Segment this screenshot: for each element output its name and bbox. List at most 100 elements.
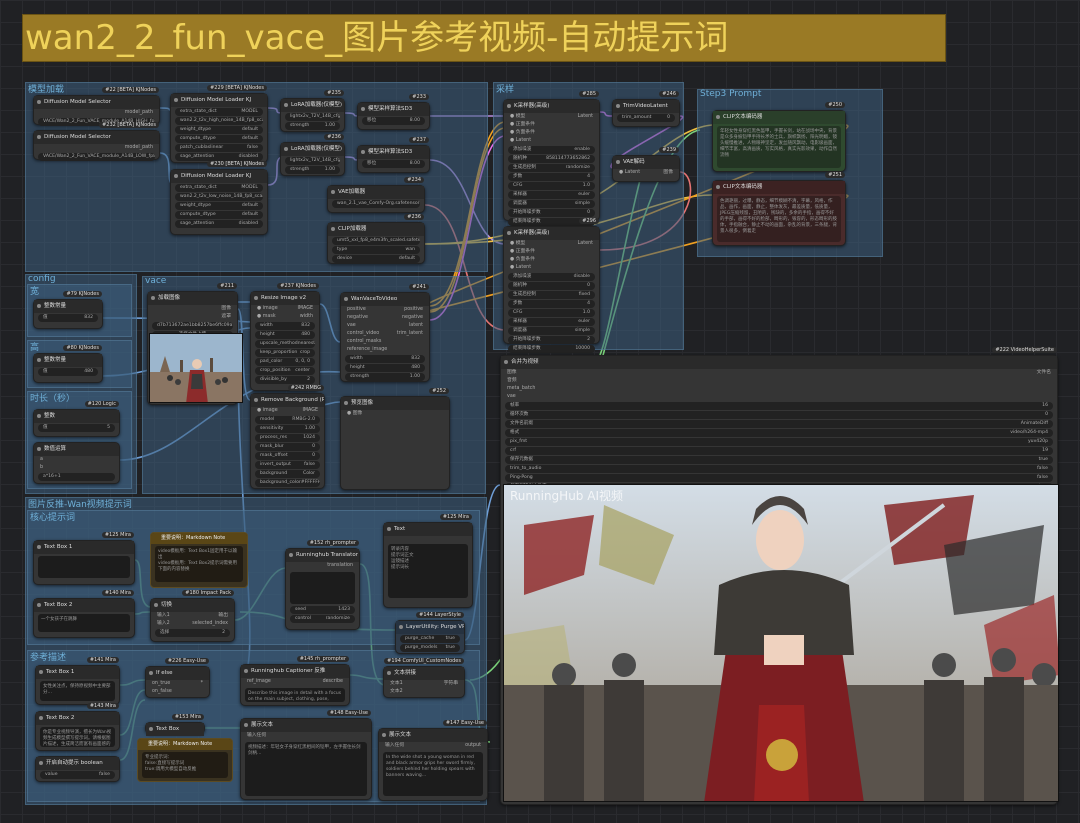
node-if-else[interactable]: #226 Easy-Use If else on_true * on_false [145, 658, 210, 698]
group-title: 核心提示词 [30, 513, 76, 523]
node-badge: #226 Easy-Use [164, 658, 209, 664]
note-line: video模板用：Text Box2提示词需要用下面的内容替换 [158, 561, 238, 572]
reference-image-thumbnail [149, 333, 243, 403]
node-runninghub-captioner[interactable]: #145 rh_prompter Runninghub Captioner 反推… [240, 656, 350, 706]
node-title: 加载图像 [148, 292, 237, 305]
node-math-expression[interactable]: 数值运算 a b a*16+1 [33, 442, 120, 484]
node-model-sampling-sd3-1[interactable]: #233 模型采样算法SD3 移位 8.00 [357, 94, 430, 130]
warrior-preview-art [504, 485, 1058, 801]
node-vae-decode[interactable]: #239 VAE解码 ● Latent 图像 [612, 147, 680, 182]
node-badge: #229 [BETA] KJNodes [207, 85, 267, 91]
node-title: VAE解码 [613, 156, 679, 169]
text-box-1-input[interactable] [38, 556, 130, 578]
node-markdown-note-2[interactable]: 重要说明：Markdown Note 专业提示词： false:直接写提示词 t… [137, 738, 233, 782]
node-title: VAE加载器 [328, 186, 424, 199]
node-title: CLIP文本编码器 [713, 181, 845, 194]
node-height-int[interactable]: #80 KJNodes 整数常量 值 480 [33, 345, 103, 383]
node-show-text-1[interactable]: #148 Easy-Use 展示文本 输入任何 视频描述：年轻女子身穿红黑相间的… [240, 710, 372, 800]
node-diffusion-model-selector-high[interactable]: #22 [BETA] KJNodes Diffusion Model Selec… [33, 87, 160, 126]
node-title: Diffusion Model Selector [34, 96, 159, 109]
node-badge: #147 Easy-Use [442, 720, 487, 726]
node-diffusion-model-selector-low[interactable]: #232 [BETA] KJNodes Diffusion Model Sele… [33, 122, 160, 161]
node-clip-text-encode-negative[interactable]: #251 CLIP文本编码器 色调艳丽，过曝，静态，细节模糊不清，字幕，风格，作… [712, 172, 846, 246]
node-title: 模型采样算法SD3 [358, 146, 429, 159]
node-remove-background[interactable]: #242 RMBG Remove Background (RMBG) ● ima… [250, 385, 325, 489]
node-title: K采样器(高级) [504, 227, 599, 240]
node-title: 切换 [151, 599, 234, 612]
node-title: CLIP文本编码器 [713, 111, 845, 124]
node-duration-int[interactable]: #120 Logic 整数 值5 [33, 401, 120, 437]
node-text-box-1b[interactable]: #141 Mira Text Box 1 女性关注点，保持原视频中主要部分… [35, 657, 120, 705]
node-badge: #148 Easy-Use [326, 710, 371, 716]
node-text-display[interactable]: #125 Mira Text 转录内容 提示词正文 运镜描述 提示词长 [383, 514, 473, 608]
node-lora-loader-2[interactable]: #236 LoRA加载器(仅模型) lightx2v_T2V_14B_cfg_s… [280, 134, 345, 176]
node-title: 开启自动提示 boolean [36, 757, 119, 770]
node-badge: #125 Mira [439, 514, 472, 520]
node-title: If else [146, 667, 209, 680]
node-diffusion-model-loader-high[interactable]: #229 [BETA] KJNodes Diffusion Model Load… [170, 85, 268, 163]
workflow-canvas[interactable]: wan2_2_fun_vace_图片参考视频-自动提示词 模型加载 采样 Ste… [0, 0, 1080, 823]
node-title: 展示文本 [241, 719, 371, 732]
node-badge: #211 [217, 283, 237, 289]
node-runninghub-translator[interactable]: #152 rh_prompter Runninghub Translator t… [285, 540, 360, 630]
node-text-box-2b[interactable]: #143 Mira Text Box 2 你是专业视频导演，擅长为Wan视频生成… [35, 703, 120, 751]
node-wan-vace-to-video[interactable]: #241 WanVaceToVideo positive positive neg… [340, 284, 430, 382]
watermark-text: RunningHub AI视频 [510, 489, 623, 503]
node-badge: #237 [409, 137, 429, 143]
node-title: 文本拼接 [384, 667, 464, 680]
positive-prompt-text[interactable]: 年轻女性身穿红黑色盔甲，手握长剑，站在战场中央，背景是众多身披铠甲手持长矛的士兵… [717, 126, 841, 168]
node-title: 重要说明：Markdown Note [138, 739, 232, 750]
node-badge: #120 Logic [84, 401, 119, 407]
workflow-title-banner: wan2_2_fun_vace_图片参考视频-自动提示词 [22, 14, 946, 62]
node-diffusion-model-loader-low[interactable]: #230 [BETA] KJNodes Diffusion Model Load… [170, 161, 268, 235]
node-width-int[interactable]: #79 KJNodes 整数常量 值 832 [33, 291, 103, 329]
node-clip-text-encode-positive[interactable]: #250 CLIP文本编码器 年轻女性身穿红黑色盔甲，手握长剑，站在战场中央，背… [712, 102, 846, 172]
node-badge: #145 rh_prompter [296, 656, 349, 662]
node-show-text-2[interactable]: #147 Easy-Use 展示文本 输入任何 output In the wid… [378, 720, 488, 801]
negative-prompt-text[interactable]: 色调艳丽，过曝，静态，细节模糊不清，字幕，风格，作品，画作，画面，静止，整体发灰… [717, 196, 841, 242]
node-badge: #222 VideoHelperSuite [992, 347, 1057, 353]
node-lora-loader-1[interactable]: #235 LoRA加载器(仅模型) lightx2v_T2V_14B_cfg_s… [280, 90, 345, 132]
node-title: 整数常量 [34, 354, 102, 367]
node-vae-loader[interactable]: #234 VAE加载器 wan_2.1_vae_Comfy-Org.safete… [327, 177, 425, 213]
node-title: Runninghub Captioner 反推 [241, 665, 349, 678]
node-trim-video-latent[interactable]: #246 TrimVideoLatent trim_amount 0 [612, 91, 680, 127]
node-title: K采样器(高级) [504, 100, 599, 113]
node-ksampler-advanced-2[interactable]: #296 K采样器(高级) ● 模型 Latent ● 正面条件 ● 负面条件 ●… [503, 218, 600, 353]
node-badge: #233 [409, 94, 429, 100]
node-boolean-toggle[interactable]: 开启自动提示 boolean value false [35, 756, 120, 782]
group-title: 采样 [496, 85, 515, 95]
node-title: Runninghub Translator [286, 549, 359, 562]
model-select[interactable]: VACE/Wan2_2_Fun_VACE_module_A14B_LOW_fp8… [38, 153, 155, 161]
node-title: Diffusion Model Loader KJ [171, 94, 267, 107]
group-title: 模型加载 [28, 85, 65, 95]
node-badge: #250 [825, 102, 845, 108]
node-resize-image-v2[interactable]: #237 KJNodes Resize Image v2 ● image IMAG… [250, 283, 320, 391]
video-preview-image: RunningHub AI视频 [503, 484, 1059, 802]
node-text-box-1[interactable]: #125 Mira Text Box 1 [33, 532, 135, 585]
node-switch[interactable]: #180 Impact Pack 切换 输入1 输出 输入2 selected_in… [150, 590, 235, 642]
node-ksampler-advanced-1[interactable]: #285 K采样器(高级) ● 模型 Latent ● 正面条件 ● 负面条件 ●… [503, 91, 600, 235]
node-text-concat[interactable]: #194 ComfyUI_CustomNodes 文本拼接 文本1 字符串 文本2 [383, 658, 465, 698]
node-markdown-note-1[interactable]: 重要说明：Markdown Note video模板用：Text Box1固定用… [150, 532, 248, 588]
warrior-thumbnail-art [150, 334, 242, 402]
node-badge: #252 [429, 388, 449, 394]
text-box-2-input[interactable]: 一个女孩子在跳舞 [38, 614, 130, 632]
node-title: Text Box 1 [34, 541, 134, 554]
node-badge: #242 RMBG [287, 385, 324, 391]
node-text-box-2[interactable]: #140 Mira Text Box 2 一个女孩子在跳舞 [33, 590, 135, 638]
node-badge: #237 KJNodes [277, 283, 319, 289]
node-model-sampling-sd3-2[interactable]: #237 模型采样算法SD3 移位 8.00 [357, 137, 430, 173]
image-file-select[interactable]: d7b713672ae1bb8257be6ffc09a… [152, 322, 233, 330]
node-clip-loader[interactable]: #236 CLIP加载器 umt5_xxl_fp8_e4m3fn_scaled.… [327, 214, 425, 264]
group-title: Step3 Prompt [700, 89, 762, 99]
node-preview-image-small[interactable]: #252 预览图像 ● 图像 [340, 388, 450, 490]
node-text-box-stub[interactable]: #153 Mira Text Box [145, 714, 205, 736]
node-title: LoRA加载器(仅模型) [281, 143, 344, 156]
node-title: Resize Image v2 [251, 292, 319, 305]
node-badge: #251 [825, 172, 845, 178]
node-title: Text [384, 523, 472, 536]
node-purge-vram[interactable]: #144 LayerStyle LayerUtility: Purge VRAM… [395, 612, 465, 654]
node-title: Text Box [146, 723, 204, 736]
node-title: Text Box 2 [34, 599, 134, 612]
